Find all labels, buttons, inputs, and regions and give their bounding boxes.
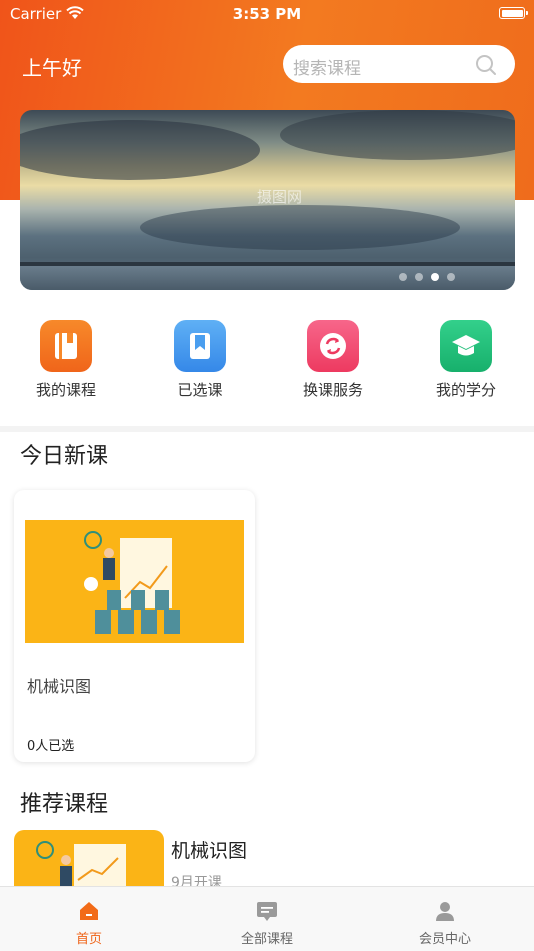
- carousel-dot[interactable]: [431, 273, 439, 281]
- greeting-text: 上午好: [22, 56, 82, 80]
- tab-label: 会员中心: [418, 932, 471, 947]
- course-thumbnail: [25, 520, 244, 643]
- carousel-dot[interactable]: [447, 273, 455, 281]
- section-divider: [0, 426, 534, 432]
- recommended-course-item[interactable]: 机械识图 9月开课: [14, 830, 534, 920]
- user-icon: [433, 899, 457, 923]
- quick-menu: 我的课程 已选课 换课服务 我的学分: [0, 320, 534, 400]
- courses-icon: [255, 899, 279, 923]
- battery-icon: [499, 7, 528, 19]
- carousel-dot[interactable]: [415, 273, 423, 281]
- tab-member-center[interactable]: 会员中心: [356, 887, 534, 947]
- menu-item-my-credits[interactable]: 我的学分: [406, 320, 526, 400]
- search-bar[interactable]: 搜索课程: [283, 45, 515, 83]
- clock: 3:53 PM: [232, 5, 302, 23]
- tab-home[interactable]: 首页: [0, 887, 178, 947]
- swap-icon: [307, 320, 359, 372]
- graduation-cap-icon: [440, 320, 492, 372]
- menu-label: 已选课: [177, 381, 223, 399]
- home-icon: [77, 899, 101, 923]
- banner-cloud: [140, 205, 460, 250]
- book-icon: [40, 320, 92, 372]
- menu-label: 我的学分: [435, 381, 496, 399]
- banner-cloud: [20, 120, 260, 180]
- carousel-dot[interactable]: [399, 273, 407, 281]
- banner-cloud: [280, 110, 515, 160]
- banner-watermark: 摄图网: [257, 188, 303, 206]
- course-card[interactable]: 机械识图 0人已选: [14, 490, 255, 762]
- menu-item-swap-service[interactable]: 换课服务: [273, 320, 393, 400]
- bottom-tab-bar: 首页 全部课程 会员中心: [0, 886, 534, 951]
- recommend-section-title: 推荐课程: [20, 792, 109, 817]
- menu-item-selected-courses[interactable]: 已选课: [140, 320, 260, 400]
- tab-label: 全部课程: [240, 932, 293, 947]
- search-icon[interactable]: [475, 54, 497, 80]
- bookmark-icon: [174, 320, 226, 372]
- search-placeholder: 搜索课程: [293, 59, 361, 79]
- menu-item-my-courses[interactable]: 我的课程: [6, 320, 126, 400]
- menu-label: 换课服务: [302, 381, 363, 399]
- recommended-course-name: 机械识图: [171, 840, 248, 862]
- tab-all-courses[interactable]: 全部课程: [178, 887, 356, 947]
- status-bar: Carrier 3:53 PM: [0, 0, 534, 28]
- today-section-title: 今日新课: [20, 444, 109, 469]
- carousel-indicator[interactable]: [399, 266, 463, 285]
- course-enrolled-count: 0人已选: [27, 739, 75, 754]
- banner-carousel[interactable]: 摄图网: [20, 110, 515, 290]
- menu-label: 我的课程: [35, 381, 96, 399]
- course-name: 机械识图: [27, 677, 92, 696]
- tab-label: 首页: [75, 932, 102, 947]
